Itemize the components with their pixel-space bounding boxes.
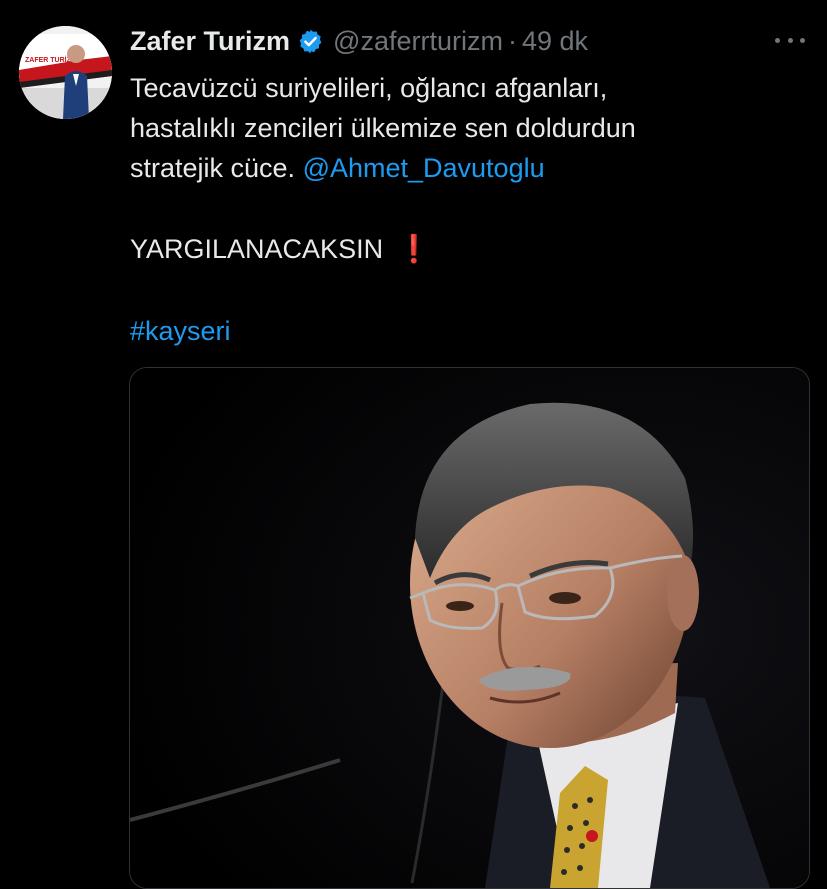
mention-link[interactable]: @Ahmet_Davutoglu bbox=[303, 153, 545, 183]
tweet-header: Zafer Turizm @zaferrturizm · 49 dk bbox=[130, 24, 588, 58]
tweet-shout-line: YARGILANACAKSIN ❗ bbox=[130, 229, 431, 269]
display-name[interactable]: Zafer Turizm bbox=[130, 26, 290, 57]
separator-dot: · bbox=[507, 25, 517, 56]
tweet-text-line: hastalıklı zencileri ülkemize sen doldur… bbox=[130, 108, 800, 148]
tweet-hashtag-line: #kayseri bbox=[130, 311, 231, 351]
tweet-media-image[interactable] bbox=[129, 367, 810, 889]
hashtag-link[interactable]: #kayseri bbox=[130, 316, 231, 346]
more-options-icon[interactable] bbox=[775, 30, 805, 50]
tweet-text-segment: stratejik cüce. bbox=[130, 153, 303, 183]
shout-text: YARGILANACAKSIN bbox=[130, 234, 384, 264]
exclamation-emoji: ❗ bbox=[397, 234, 431, 264]
tweet-text: Tecavüzcü suriyelileri, oğlancı afganlar… bbox=[130, 68, 800, 188]
tweet-text-line: stratejik cüce. @Ahmet_Davutoglu bbox=[130, 148, 800, 188]
tweet-text-segment: hastalıklı zencileri ülkemize sen doldur… bbox=[130, 113, 636, 143]
avatar[interactable]: ZAFER TURİZM bbox=[19, 26, 112, 119]
tweet[interactable]: ZAFER TURİZM Zafer Turizm @zaferrturizm … bbox=[0, 0, 827, 889]
timestamp[interactable]: 49 dk bbox=[522, 26, 588, 57]
handle[interactable]: @zaferrturizm bbox=[333, 26, 503, 57]
tweet-text-line: Tecavüzcü suriyelileri, oğlancı afganlar… bbox=[130, 73, 608, 103]
verified-badge-icon bbox=[297, 28, 324, 55]
